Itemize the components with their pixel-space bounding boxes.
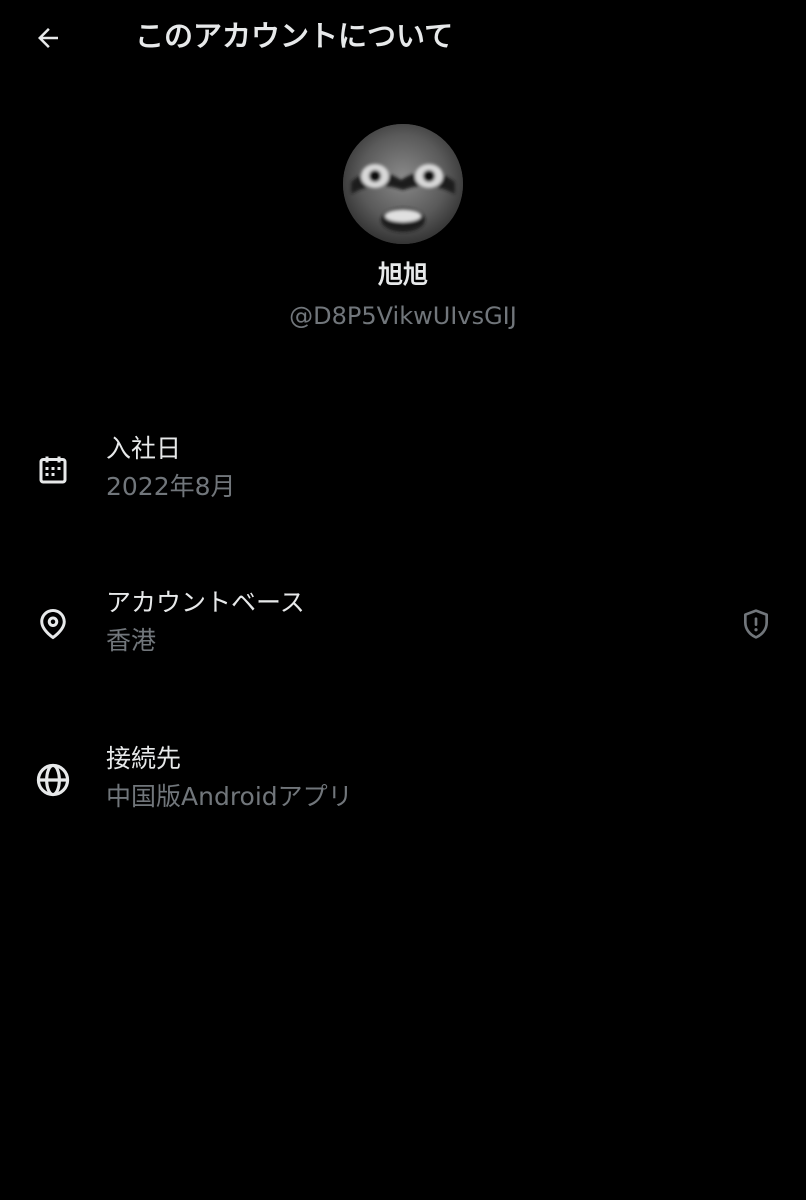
account-base-label: アカウントベース: [106, 588, 305, 617]
account-base-value: 香港: [106, 626, 157, 655]
joined-date-row: 入社日 2022年8月: [0, 430, 806, 530]
location-pin-icon: [33, 604, 73, 644]
back-button[interactable]: [28, 18, 68, 58]
joined-date-label: 入社日: [106, 434, 182, 463]
user-handle: @D8P5VikwUIvsGIJ: [289, 302, 517, 330]
joined-date-value: 2022年8月: [106, 472, 236, 501]
avatar-image: [343, 124, 463, 244]
calendar-icon: [33, 450, 73, 490]
shield-alert-icon[interactable]: [738, 606, 774, 642]
arrow-left-icon: [38, 28, 58, 48]
globe-icon: [33, 760, 73, 800]
connected-via-value: 中国版Androidアプリ: [106, 782, 353, 811]
avatar[interactable]: [343, 124, 463, 244]
connected-via-label: 接続先: [106, 744, 182, 773]
connected-via-row: 接続先 中国版Androidアプリ: [0, 738, 806, 838]
display-name: 旭旭: [377, 260, 428, 289]
account-base-row: アカウントベース 香港: [0, 584, 806, 684]
page-title: このアカウントについて: [135, 19, 454, 53]
top-bar: このアカウントについて: [0, 0, 806, 76]
